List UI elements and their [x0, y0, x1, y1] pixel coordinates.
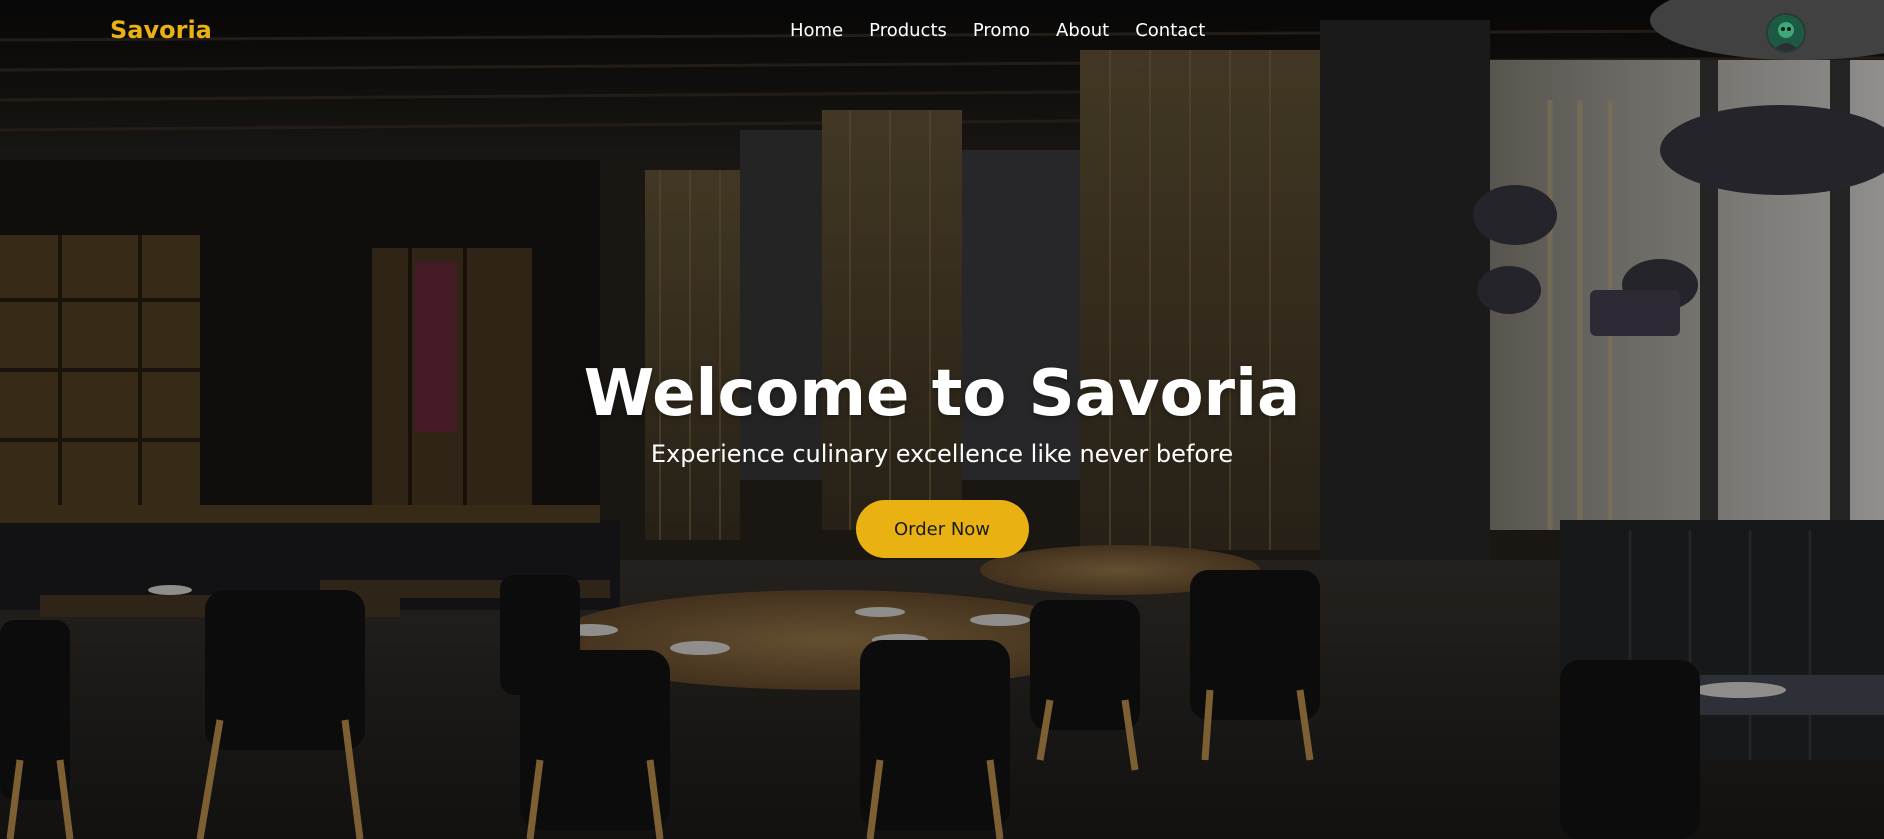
- nav-item-home: Home: [790, 20, 843, 41]
- user-avatar-icon: [1768, 15, 1804, 51]
- hero-subtitle: Experience culinary excellence like neve…: [650, 440, 1234, 468]
- hero-title: Welcome to Savoria: [583, 357, 1301, 431]
- brand-logo[interactable]: Savoria: [110, 16, 212, 44]
- nav-item-contact: Contact: [1135, 20, 1205, 41]
- nav-item-about: About: [1056, 20, 1109, 41]
- nav-link-products[interactable]: Products: [869, 20, 947, 41]
- nav-link-promo[interactable]: Promo: [973, 20, 1030, 41]
- order-now-button[interactable]: Order Now: [855, 500, 1029, 558]
- navbar: Savoria Home Products Promo About Contac…: [0, 0, 1884, 64]
- hero-section: Savoria Home Products Promo About Contac…: [0, 0, 1884, 839]
- nav-link-about[interactable]: About: [1056, 20, 1109, 41]
- nav-link-home[interactable]: Home: [790, 20, 843, 41]
- nav-link-contact[interactable]: Contact: [1135, 20, 1205, 41]
- hero-content: Welcome to Savoria Experience culinary e…: [0, 354, 1884, 558]
- nav-item-products: Products: [869, 20, 947, 41]
- user-avatar[interactable]: [1766, 13, 1806, 53]
- nav-links: Home Products Promo About Contact: [790, 20, 1205, 41]
- nav-item-promo: Promo: [973, 20, 1030, 41]
